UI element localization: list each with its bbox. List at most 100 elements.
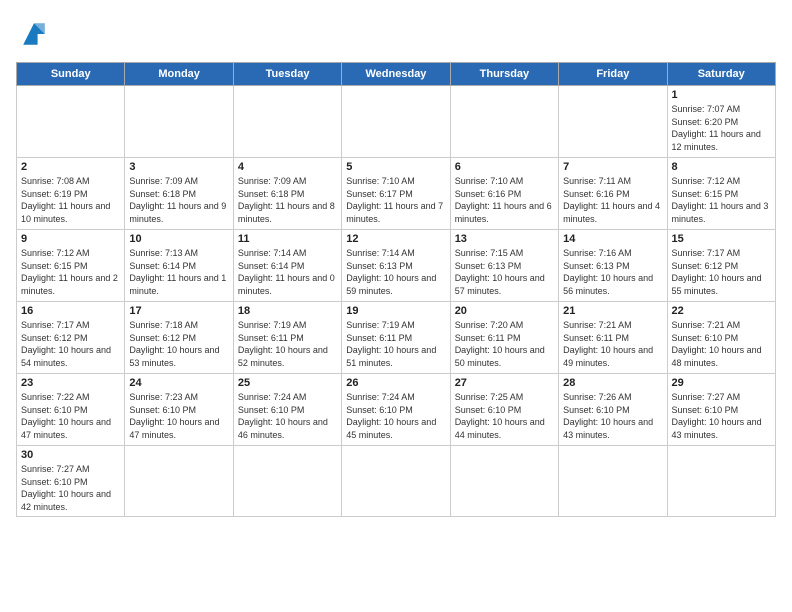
day-info: Sunrise: 7:17 AM Sunset: 6:12 PM Dayligh… [672,247,771,297]
calendar-cell [342,86,450,158]
calendar-week-row: 1 Sunrise: 7:07 AM Sunset: 6:20 PM Daylig… [17,86,776,158]
day-number: 9 [21,233,120,245]
day-info: Sunrise: 7:27 AM Sunset: 6:10 PM Dayligh… [21,463,120,513]
day-info: Sunrise: 7:19 AM Sunset: 6:11 PM Dayligh… [346,319,445,369]
day-number: 11 [238,233,337,245]
calendar-cell [559,86,667,158]
day-info: Sunrise: 7:10 AM Sunset: 6:17 PM Dayligh… [346,175,445,225]
day-number: 17 [129,305,228,317]
day-number: 29 [672,377,771,389]
day-number: 8 [672,161,771,173]
page: SundayMondayTuesdayWednesdayThursdayFrid… [0,0,792,612]
calendar-cell: 30 Sunrise: 7:27 AM Sunset: 6:10 PM Dayli… [17,446,125,517]
day-info: Sunrise: 7:19 AM Sunset: 6:11 PM Dayligh… [238,319,337,369]
day-of-week-header: Wednesday [342,63,450,86]
day-info: Sunrise: 7:12 AM Sunset: 6:15 PM Dayligh… [672,175,771,225]
day-number: 20 [455,305,554,317]
calendar-cell: 24 Sunrise: 7:23 AM Sunset: 6:10 PM Dayli… [125,374,233,446]
day-info: Sunrise: 7:23 AM Sunset: 6:10 PM Dayligh… [129,391,228,441]
calendar-cell [125,86,233,158]
day-number: 7 [563,161,662,173]
calendar-cell [559,446,667,517]
day-number: 26 [346,377,445,389]
calendar-cell [450,446,558,517]
day-of-week-header: Saturday [667,63,775,86]
day-number: 16 [21,305,120,317]
day-number: 1 [672,89,771,101]
day-of-week-header: Tuesday [233,63,341,86]
calendar-week-row: 16 Sunrise: 7:17 AM Sunset: 6:12 PM Dayli… [17,302,776,374]
day-number: 27 [455,377,554,389]
calendar-week-row: 23 Sunrise: 7:22 AM Sunset: 6:10 PM Dayli… [17,374,776,446]
calendar-header-row: SundayMondayTuesdayWednesdayThursdayFrid… [17,63,776,86]
calendar-cell: 9 Sunrise: 7:12 AM Sunset: 6:15 PM Daylig… [17,230,125,302]
calendar-cell: 8 Sunrise: 7:12 AM Sunset: 6:15 PM Daylig… [667,158,775,230]
calendar-week-row: 30 Sunrise: 7:27 AM Sunset: 6:10 PM Dayli… [17,446,776,517]
day-info: Sunrise: 7:12 AM Sunset: 6:15 PM Dayligh… [21,247,120,297]
calendar-cell [667,446,775,517]
calendar-week-row: 2Sunrise: 7:08 AM Sunset: 6:19 PM Daylig… [17,158,776,230]
calendar-cell: 27Sunrise: 7:25 AM Sunset: 6:10 PM Dayli… [450,374,558,446]
day-number: 21 [563,305,662,317]
calendar-cell: 20 Sunrise: 7:20 AM Sunset: 6:11 PM Dayli… [450,302,558,374]
calendar-cell: 21 Sunrise: 7:21 AM Sunset: 6:11 PM Dayli… [559,302,667,374]
calendar-cell: 22 Sunrise: 7:21 AM Sunset: 6:10 PM Dayli… [667,302,775,374]
calendar-cell: 11 Sunrise: 7:14 AM Sunset: 6:14 PM Dayli… [233,230,341,302]
calendar-cell: 6Sunrise: 7:10 AM Sunset: 6:16 PM Daylig… [450,158,558,230]
calendar-cell: 3 Sunrise: 7:09 AM Sunset: 6:18 PM Daylig… [125,158,233,230]
day-number: 18 [238,305,337,317]
calendar-cell: 1 Sunrise: 7:07 AM Sunset: 6:20 PM Daylig… [667,86,775,158]
day-info: Sunrise: 7:07 AM Sunset: 6:20 PM Dayligh… [672,103,771,153]
calendar-cell: 14 Sunrise: 7:16 AM Sunset: 6:13 PM Dayli… [559,230,667,302]
generalblue-icon [16,16,52,52]
day-info: Sunrise: 7:22 AM Sunset: 6:10 PM Dayligh… [21,391,120,441]
calendar-cell: 23 Sunrise: 7:22 AM Sunset: 6:10 PM Dayli… [17,374,125,446]
day-info: Sunrise: 7:09 AM Sunset: 6:18 PM Dayligh… [238,175,337,225]
day-info: Sunrise: 7:20 AM Sunset: 6:11 PM Dayligh… [455,319,554,369]
day-info: Sunrise: 7:21 AM Sunset: 6:10 PM Dayligh… [672,319,771,369]
day-number: 22 [672,305,771,317]
day-info: Sunrise: 7:16 AM Sunset: 6:13 PM Dayligh… [563,247,662,297]
day-info: Sunrise: 7:14 AM Sunset: 6:13 PM Dayligh… [346,247,445,297]
calendar-cell: 18 Sunrise: 7:19 AM Sunset: 6:11 PM Dayli… [233,302,341,374]
day-number: 14 [563,233,662,245]
calendar-cell: 2Sunrise: 7:08 AM Sunset: 6:19 PM Daylig… [17,158,125,230]
day-of-week-header: Sunday [17,63,125,86]
calendar-cell [17,86,125,158]
day-info: Sunrise: 7:14 AM Sunset: 6:14 PM Dayligh… [238,247,337,297]
calendar-cell: 26Sunrise: 7:24 AM Sunset: 6:10 PM Dayli… [342,374,450,446]
calendar-cell [450,86,558,158]
day-number: 3 [129,161,228,173]
day-number: 23 [21,377,120,389]
day-info: Sunrise: 7:09 AM Sunset: 6:18 PM Dayligh… [129,175,228,225]
calendar-cell: 16 Sunrise: 7:17 AM Sunset: 6:12 PM Dayli… [17,302,125,374]
day-number: 24 [129,377,228,389]
calendar-cell: 12Sunrise: 7:14 AM Sunset: 6:13 PM Dayli… [342,230,450,302]
calendar-week-row: 9 Sunrise: 7:12 AM Sunset: 6:15 PM Daylig… [17,230,776,302]
calendar-cell: 13 Sunrise: 7:15 AM Sunset: 6:13 PM Dayli… [450,230,558,302]
day-info: Sunrise: 7:11 AM Sunset: 6:16 PM Dayligh… [563,175,662,225]
day-of-week-header: Thursday [450,63,558,86]
day-number: 15 [672,233,771,245]
calendar-cell [233,446,341,517]
header [16,16,776,52]
day-number: 28 [563,377,662,389]
calendar-cell: 4 Sunrise: 7:09 AM Sunset: 6:18 PM Daylig… [233,158,341,230]
day-info: Sunrise: 7:15 AM Sunset: 6:13 PM Dayligh… [455,247,554,297]
calendar-cell: 5Sunrise: 7:10 AM Sunset: 6:17 PM Daylig… [342,158,450,230]
day-number: 30 [21,449,120,461]
day-info: Sunrise: 7:17 AM Sunset: 6:12 PM Dayligh… [21,319,120,369]
calendar-cell [233,86,341,158]
day-info: Sunrise: 7:21 AM Sunset: 6:11 PM Dayligh… [563,319,662,369]
day-of-week-header: Friday [559,63,667,86]
day-number: 13 [455,233,554,245]
calendar-table: SundayMondayTuesdayWednesdayThursdayFrid… [16,62,776,517]
day-number: 25 [238,377,337,389]
calendar-cell: 28 Sunrise: 7:26 AM Sunset: 6:10 PM Dayli… [559,374,667,446]
day-info: Sunrise: 7:26 AM Sunset: 6:10 PM Dayligh… [563,391,662,441]
calendar-cell: 25Sunrise: 7:24 AM Sunset: 6:10 PM Dayli… [233,374,341,446]
calendar-cell: 15 Sunrise: 7:17 AM Sunset: 6:12 PM Dayli… [667,230,775,302]
day-number: 4 [238,161,337,173]
day-info: Sunrise: 7:13 AM Sunset: 6:14 PM Dayligh… [129,247,228,297]
day-of-week-header: Monday [125,63,233,86]
